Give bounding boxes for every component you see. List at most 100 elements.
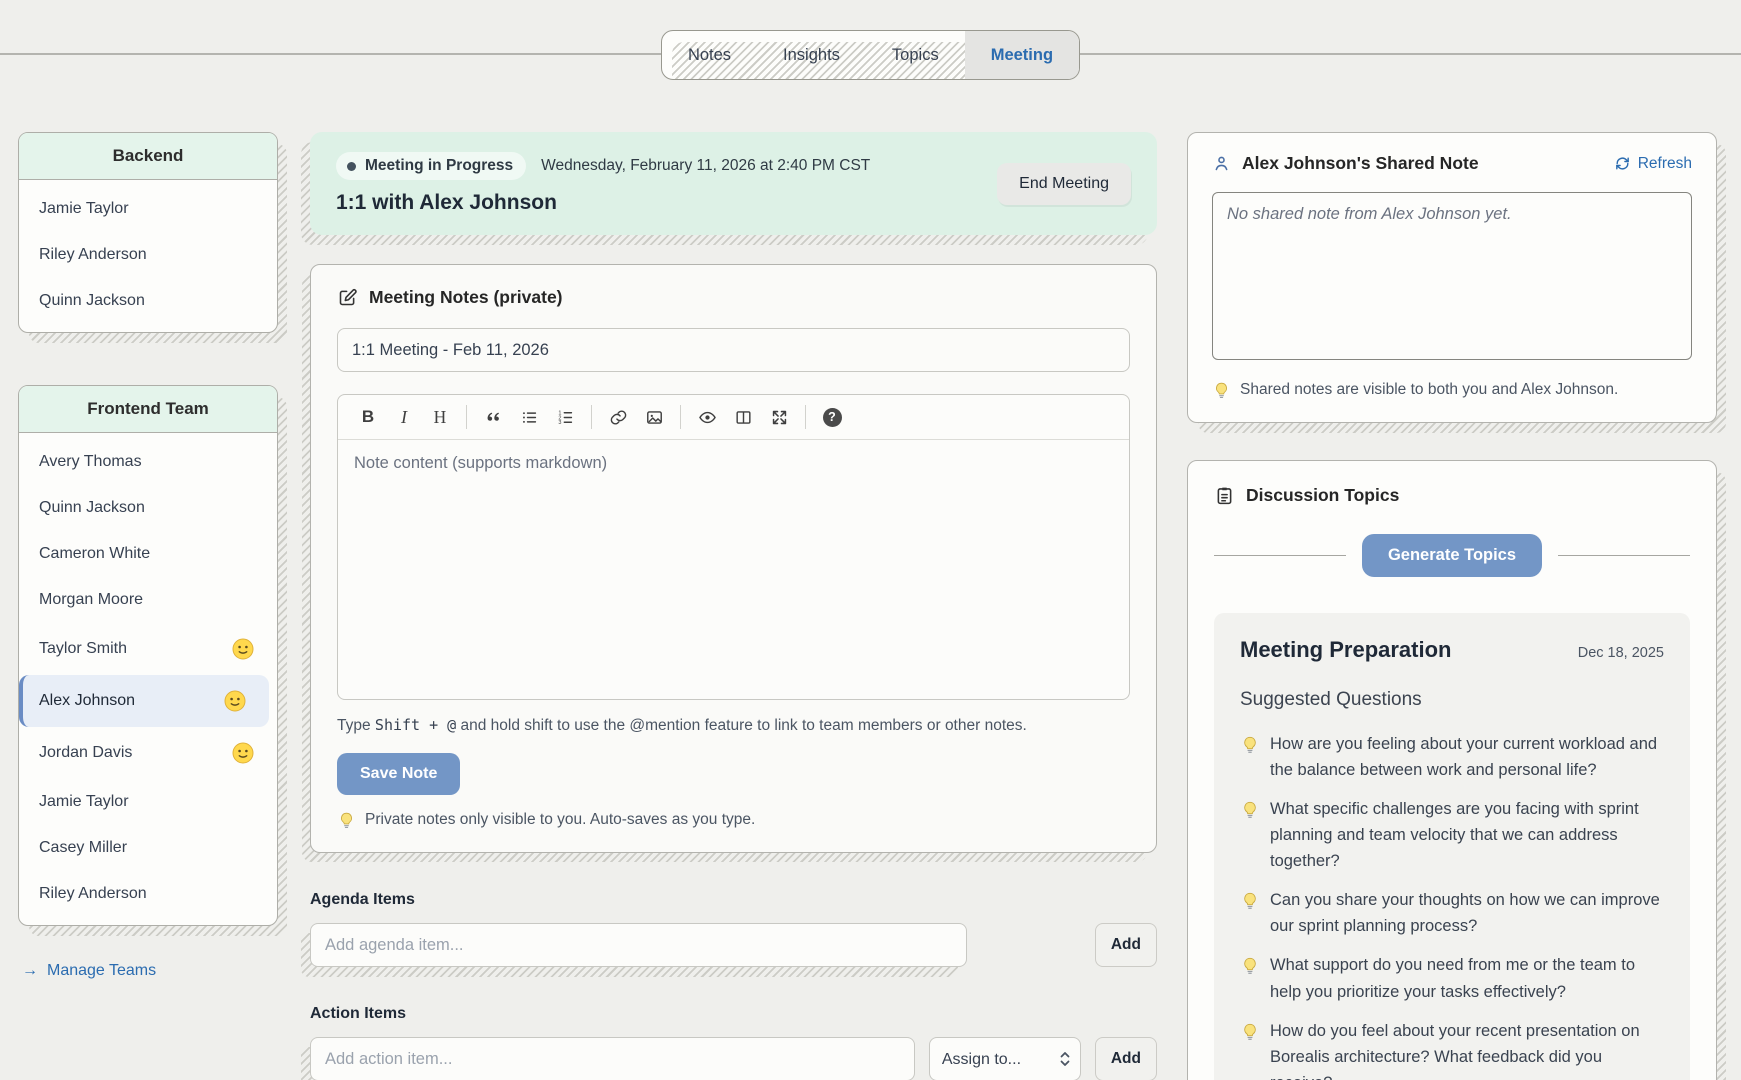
editor-toolbar: B I H: [338, 395, 1129, 440]
team-member[interactable]: Casey Miller: [19, 825, 277, 871]
team-member[interactable]: Quinn Jackson: [19, 485, 277, 531]
person-icon: [1212, 154, 1231, 173]
fullscreen-icon[interactable]: [761, 403, 797, 431]
team-member[interactable]: Avery Thomas: [19, 439, 277, 485]
meeting-title: 1:1 with Alex Johnson: [336, 191, 870, 215]
refresh-icon: [1614, 155, 1631, 172]
link-icon[interactable]: [600, 403, 636, 431]
member-name: Jamie Taylor: [39, 793, 129, 811]
team-member[interactable]: Riley Anderson: [19, 871, 277, 917]
preview-eye-icon[interactable]: [689, 403, 725, 431]
team-card-backend: Backend Jamie Taylor Riley Anderson: [18, 132, 278, 333]
manage-teams-link[interactable]: → Manage Teams: [22, 962, 156, 980]
tab[interactable]: Meeting: [965, 31, 1079, 79]
teams-sidebar: Backend Jamie Taylor Riley Anderson: [18, 80, 278, 980]
app: Notes Insights Topics Meeting Backend Ja…: [0, 0, 1741, 1080]
toolbar-divider: [591, 405, 592, 429]
status-badge: Meeting in Progress: [336, 152, 526, 180]
shared-note-card: Alex Johnson's Shared Note Refresh Share…: [1187, 132, 1717, 423]
team-name-backend: Backend: [19, 133, 277, 180]
image-icon[interactable]: [636, 403, 672, 431]
right-arrow-icon: →: [22, 962, 38, 980]
end-meeting-button[interactable]: End Meeting: [997, 163, 1131, 205]
member-name: Riley Anderson: [39, 246, 147, 264]
meeting-main: Meeting in Progress Wednesday, February …: [310, 80, 1157, 1080]
member-name: Taylor Smith: [39, 640, 127, 658]
agenda-label: Agenda Items: [310, 891, 1157, 909]
heading-icon[interactable]: H: [422, 403, 458, 431]
action-item-input[interactable]: [310, 1037, 915, 1080]
member-name: Alex Johnson: [39, 692, 135, 710]
toolbar-divider: [466, 405, 467, 429]
suggested-questions-heading: Suggested Questions: [1240, 689, 1664, 711]
suggested-question: What support do you need from me or the …: [1240, 952, 1664, 1004]
help-icon[interactable]: ?: [814, 403, 850, 431]
side-by-side-icon[interactable]: [725, 403, 761, 431]
team-member[interactable]: Morgan Moore: [19, 577, 277, 623]
status-dot-icon: [347, 162, 356, 171]
tab-bar: Notes Insights Topics Meeting: [661, 30, 1080, 80]
meeting-preparation-card: Meeting Preparation Dec 18, 2025 Suggest…: [1214, 613, 1690, 1080]
lightbulb-icon: [1240, 735, 1260, 755]
member-name: Riley Anderson: [39, 885, 147, 903]
blockquote-icon[interactable]: [475, 403, 511, 431]
italic-icon[interactable]: I: [386, 403, 422, 431]
team-name-frontend: Frontend Team: [19, 386, 277, 433]
divider-line: [1214, 555, 1346, 557]
suggested-question: How are you feeling about your current w…: [1240, 731, 1664, 783]
add-agenda-button[interactable]: Add: [1095, 923, 1157, 967]
member-name: Jordan Davis: [39, 744, 132, 762]
note-title-input[interactable]: [337, 328, 1130, 372]
action-items-label: Action Items: [310, 1005, 1157, 1023]
team-card-frontend: Frontend Team Avery Thomas Quinn Jackson: [18, 385, 278, 926]
team-member[interactable]: Jordan Davis: [19, 727, 277, 779]
private-note-hint: Private notes only visible to you. Auto-…: [365, 811, 755, 829]
numbered-list-icon[interactable]: 1 2 3: [547, 403, 583, 431]
right-panel: Alex Johnson's Shared Note Refresh Share…: [1187, 80, 1717, 1080]
member-name: Morgan Moore: [39, 591, 143, 609]
agenda-item-input[interactable]: [310, 923, 967, 967]
tab[interactable]: Notes: [662, 31, 757, 79]
team-members-backend: Jamie Taylor Riley Anderson Quinn Jackso…: [19, 180, 277, 332]
action-items-section: Action Items Assign to... Add: [310, 1005, 1157, 1080]
topics-card-title: Discussion Topics: [1246, 485, 1399, 506]
team-member[interactable]: Taylor Smith: [19, 623, 277, 675]
team-member[interactable]: Riley Anderson: [19, 232, 277, 278]
notes-card-title: Meeting Notes (private): [369, 287, 563, 308]
generate-topics-button[interactable]: Generate Topics: [1362, 534, 1542, 577]
divider-line: [1558, 555, 1690, 557]
member-name: Quinn Jackson: [39, 292, 145, 310]
agenda-section: Agenda Items Add: [310, 891, 1157, 967]
member-name: Quinn Jackson: [39, 499, 145, 517]
lightbulb-icon: [1240, 800, 1260, 820]
question-text: Can you share your thoughts on how we ca…: [1270, 887, 1664, 939]
bullet-list-icon[interactable]: [511, 403, 547, 431]
member-name: Cameron White: [39, 545, 150, 563]
bold-icon[interactable]: B: [350, 403, 386, 431]
team-member[interactable]: Alex Johnson: [19, 675, 269, 727]
team-member[interactable]: Jamie Taylor: [19, 186, 277, 232]
suggested-questions-list: How are you feeling about your current w…: [1240, 731, 1664, 1080]
save-note-button[interactable]: Save Note: [337, 753, 460, 795]
question-text: What specific challenges are you facing …: [1270, 796, 1664, 874]
team-member[interactable]: Cameron White: [19, 531, 277, 577]
slightly-smiling-emoji: [231, 637, 255, 661]
tab[interactable]: Topics: [866, 31, 965, 79]
prep-title: Meeting Preparation: [1240, 637, 1451, 663]
add-action-button[interactable]: Add: [1095, 1037, 1157, 1080]
clipboard-icon: [1214, 485, 1235, 506]
note-content-textarea[interactable]: [338, 440, 1129, 694]
discussion-topics-card: Discussion Topics Generate Topics Meetin…: [1187, 460, 1717, 1080]
lightbulb-icon: [337, 811, 356, 830]
assign-to-select[interactable]: Assign to...: [929, 1037, 1081, 1080]
team-member[interactable]: Quinn Jackson: [19, 278, 277, 324]
tab[interactable]: Insights: [757, 31, 866, 79]
top-tab-strip: Notes Insights Topics Meeting: [0, 0, 1741, 80]
mention-hint: Type Shift + @ and hold shift to use the…: [337, 716, 1130, 735]
team-member[interactable]: Jamie Taylor: [19, 779, 277, 825]
suggested-question: What specific challenges are you facing …: [1240, 796, 1664, 874]
shared-note-textarea[interactable]: [1212, 192, 1692, 360]
refresh-link[interactable]: Refresh: [1614, 155, 1692, 173]
toolbar-divider: [805, 405, 806, 429]
lightbulb-icon: [1240, 891, 1260, 911]
